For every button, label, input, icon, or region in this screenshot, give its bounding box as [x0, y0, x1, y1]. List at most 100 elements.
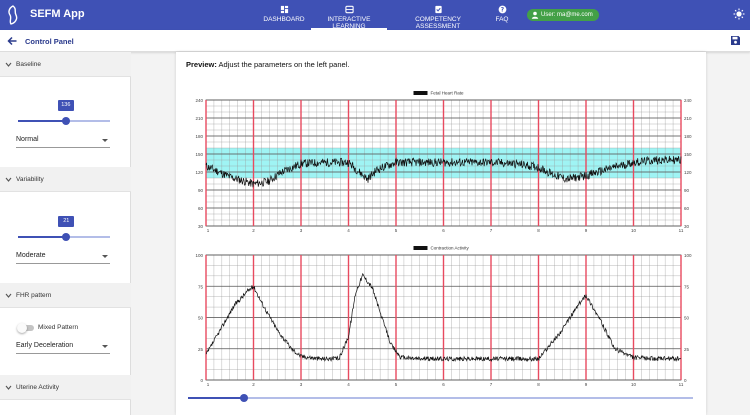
variability-select[interactable]: Moderate [16, 250, 110, 264]
contraction-ytick-right: 75 [684, 284, 690, 289]
fhr-ytick-right: 210 [684, 116, 692, 121]
fhr-ytick-left: 60 [198, 206, 204, 211]
contraction-ytick-right: 0 [684, 378, 687, 383]
section-variability-label: Variability [16, 176, 44, 183]
variability-slider[interactable]: 21 [18, 216, 110, 245]
contraction-legend-swatch [413, 246, 428, 250]
fhr-xtick: 5 [395, 228, 398, 233]
fhr-ytick-right: 120 [684, 170, 692, 175]
nav-faq[interactable]: ? FAQ [491, 3, 513, 30]
fhr-xtick: 7 [490, 228, 493, 233]
section-variability[interactable]: Variability [0, 167, 131, 192]
fhr-xtick: 8 [537, 228, 540, 233]
nav-interactive-learning-label: INTERACTIVE LEARNING [327, 16, 371, 30]
section-fhr-pattern-label: FHR pattern [16, 292, 52, 299]
baseline-slider[interactable]: 136 [18, 100, 110, 129]
section-fhr-pattern[interactable]: FHR pattern [0, 283, 131, 308]
preview-bold: Preview: [186, 60, 217, 69]
app-logo-icon [8, 5, 18, 25]
contraction-legend-label: Contraction Activity [431, 246, 470, 251]
fhr-legend-swatch [413, 91, 428, 95]
variability-slider-thumb[interactable] [62, 233, 71, 241]
control-panel-toolbar: Control Panel [0, 30, 750, 52]
nav-faq-label: FAQ [495, 16, 509, 23]
chevron-down-icon [5, 62, 12, 67]
fhr-xtick: 10 [631, 228, 637, 233]
dashboard-icon [280, 5, 288, 14]
preview-instruction: Preview: Adjust the parameters on the le… [186, 60, 349, 69]
assessment-icon [434, 5, 442, 14]
baseline-slider-value: 136 [57, 100, 74, 111]
section-baseline[interactable]: Baseline [0, 52, 131, 77]
back-arrow-icon[interactable] [6, 35, 18, 47]
save-icon[interactable] [730, 35, 741, 46]
nav-competency-assessment[interactable]: COMPETENCY ASSESSMENT [396, 3, 480, 30]
contraction-xtick: 1 [207, 382, 210, 387]
section-uterine-activity-label: Uterine Activity [16, 384, 59, 391]
caret-down-icon [102, 345, 108, 348]
caret-down-icon [102, 139, 108, 142]
contraction-ytick-right: 25 [684, 347, 690, 352]
contraction-xtick: 11 [679, 382, 684, 387]
variability-slider-fill [18, 236, 67, 238]
learning-icon [344, 5, 354, 14]
mixed-pattern-toggle[interactable] [17, 323, 34, 333]
timeline-slider-track [188, 397, 693, 399]
toggle-knob[interactable] [17, 323, 27, 333]
preview-card: Preview: Adjust the parameters on the le… [176, 52, 706, 415]
contraction-ytick-left: 75 [198, 284, 204, 289]
contraction-ytick-left: 25 [198, 347, 204, 352]
fhr-ytick-left: 150 [195, 152, 203, 157]
fhr-xtick: 4 [347, 228, 350, 233]
section-uterine-activity[interactable]: Uterine Activity [0, 375, 131, 400]
fhr-ytick-left: 210 [195, 116, 203, 121]
baseline-select-value: Normal [16, 136, 39, 143]
fhr-chart: 3060901201501802102403060901201501802102… [195, 91, 692, 233]
ctg-charts: 3060901201501802102403060901201501802102… [195, 91, 692, 387]
contraction-xtick: 4 [347, 382, 350, 387]
nav-competency-assessment-label: COMPETENCY ASSESSMENT [415, 16, 461, 30]
fhr-xtick: 9 [585, 228, 588, 233]
nav-dashboard-label: DASHBOARD [263, 16, 305, 23]
fhr-pattern-select-value: Early Deceleration [16, 342, 74, 349]
help-icon: ? [498, 5, 506, 14]
fhr-xtick: 11 [679, 228, 684, 233]
caret-down-icon [102, 255, 108, 258]
app-title: SEFM App [30, 8, 85, 20]
user-icon [531, 11, 539, 19]
user-chip-label: User: ma@me.com [541, 12, 593, 18]
contraction-xtick: 7 [490, 382, 493, 387]
fhr-ytick-right: 240 [684, 98, 692, 103]
nav-dashboard[interactable]: DASHBOARD [262, 3, 306, 30]
chevron-down-icon [5, 385, 12, 390]
contraction-ytick-left: 0 [200, 378, 203, 383]
timeline-slider-thumb[interactable] [239, 394, 248, 402]
fhr-ytick-right: 60 [684, 206, 690, 211]
baseline-slider-thumb[interactable] [61, 117, 70, 125]
fhr-ytick-right: 150 [684, 152, 692, 157]
contraction-xtick: 9 [585, 382, 588, 387]
contraction-xtick: 5 [395, 382, 398, 387]
timeline-slider[interactable] [188, 393, 693, 403]
contraction-chart: 0 25 50 75 100 0 25 50 75 100 1 2 3 4 5 6 7 8 9 10 11 Contrac… [195, 246, 692, 387]
baseline-slider-fill [18, 120, 66, 122]
chevron-down-icon [5, 177, 12, 182]
app-bar: SEFM App DASHBOARD INTERACTIVE LEARNING … [0, 0, 750, 30]
nav-interactive-learning[interactable]: INTERACTIVE LEARNING [311, 3, 387, 30]
fhr-pattern-select[interactable]: Early Deceleration [16, 340, 110, 354]
fhr-xtick: 2 [252, 228, 255, 233]
variability-select-value: Moderate [16, 252, 46, 259]
contraction-xtick: 8 [537, 382, 540, 387]
timeline-slider-fill [188, 397, 244, 399]
baseline-select[interactable]: Normal [16, 134, 110, 148]
user-chip[interactable]: User: ma@me.com [527, 9, 599, 21]
control-sidebar: Baseline 136 Normal Variability 21 Moder… [0, 52, 131, 415]
fhr-ytick-left: 240 [195, 98, 203, 103]
variability-slider-value: 21 [58, 216, 75, 227]
fhr-xtick: 6 [442, 228, 445, 233]
chevron-down-icon [5, 293, 12, 298]
fhr-legend-label: Fetal Heart Rate [431, 91, 465, 96]
fhr-ytick-right: 180 [684, 134, 692, 139]
brightness-icon[interactable] [733, 8, 745, 20]
contraction-ytick-left: 50 [198, 316, 204, 321]
